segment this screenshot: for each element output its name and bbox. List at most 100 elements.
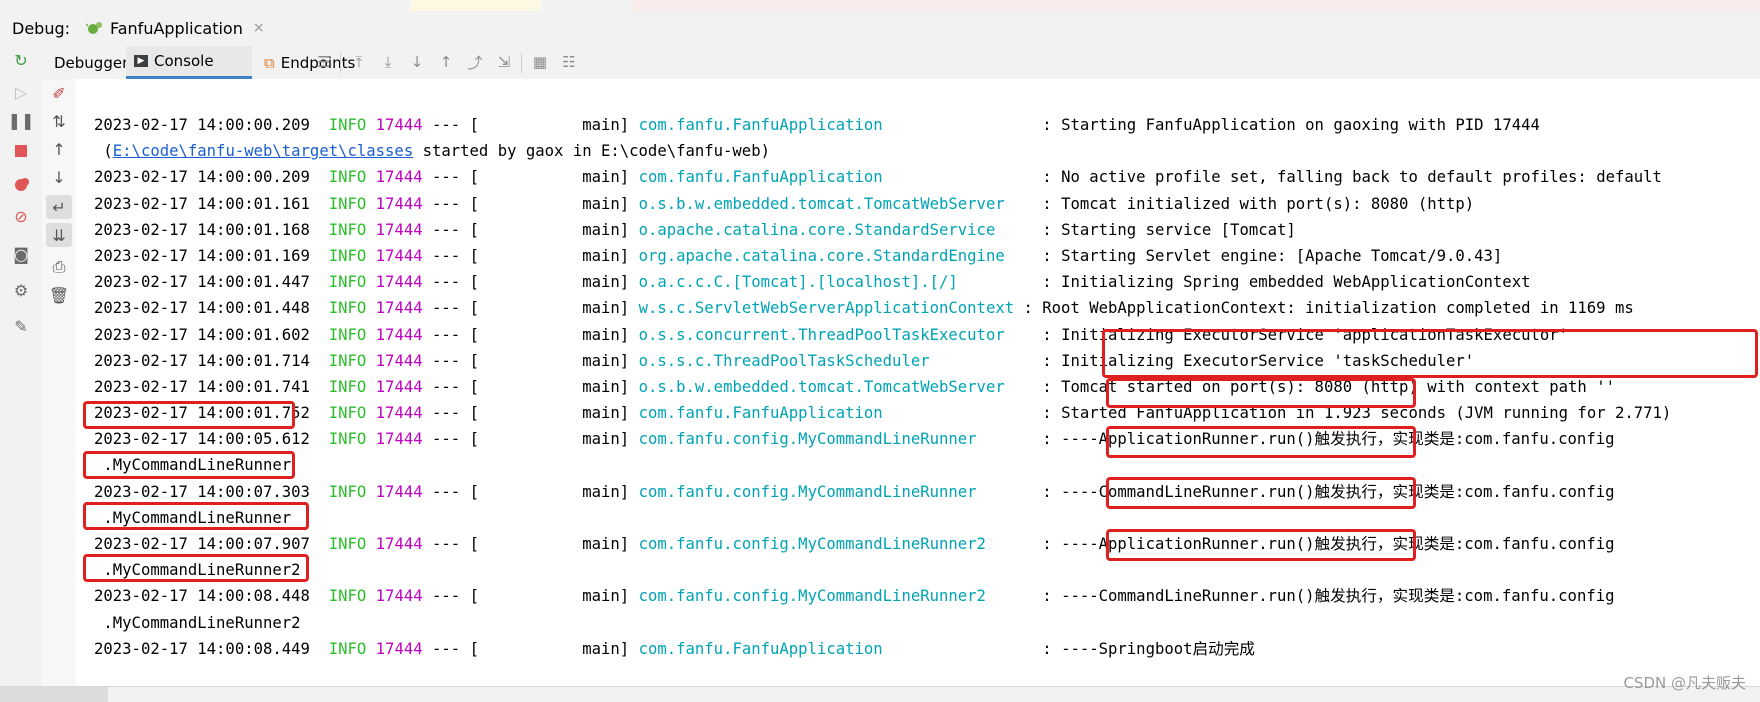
log-level: INFO xyxy=(328,351,367,370)
up-arrow-icon[interactable]: ↑ xyxy=(46,137,72,161)
tab-endpoints[interactable]: ⧉ Endpoints xyxy=(256,46,356,79)
mute-breakpoints-icon[interactable]: ⊘ xyxy=(8,204,34,228)
step-into-icon[interactable]: ↓ xyxy=(406,51,428,73)
log-padding xyxy=(883,404,1043,422)
trace-stream-icon[interactable]: ☷ xyxy=(558,51,580,73)
sort-icon[interactable]: ⇅ xyxy=(46,109,72,133)
resume-icon[interactable]: ▷ xyxy=(8,80,34,104)
console-line: .MyCommandLineRunner2 xyxy=(94,610,1671,636)
endpoints-icon: ⧉ xyxy=(264,53,275,72)
console-output[interactable]: 2023-02-17 14:00:00.209 INFO 17444 --- [… xyxy=(76,79,1760,686)
console-line: 2023-02-17 14:00:01.169 INFO 17444 --- [… xyxy=(94,243,1671,269)
step-out-icon[interactable]: ↑ xyxy=(435,51,457,73)
log-timestamp: 2023-02-17 14:00:00.209 xyxy=(94,116,310,134)
log-level: INFO xyxy=(328,535,367,553)
down-arrow-icon[interactable]: ↓ xyxy=(46,165,72,189)
log-message: : Tomcat initialized with port(s): 8080 … xyxy=(1042,194,1475,213)
scroll-to-end-icon[interactable]: ⇊ xyxy=(46,223,72,247)
console-line: 2023-02-17 14:00:01.168 INFO 17444 --- [… xyxy=(94,217,1671,243)
log-separator: --- [ xyxy=(422,116,479,134)
log-pid: 17444 xyxy=(375,194,423,213)
log-logger: w.s.c.ServletWebServerApplicationContext xyxy=(638,299,1015,318)
log-level: INFO xyxy=(328,639,367,658)
log-separator: --- [ xyxy=(422,220,479,239)
log-padding xyxy=(1014,299,1023,317)
highlight-classname-4 xyxy=(83,554,309,582)
log-logger: com.fanfu.config.MyCommandLineRunner2 xyxy=(638,587,986,606)
debug-toolbar: Debugger ▶ Console ⧉ Endpoints ☰ ⤒ ⤓ ↓ ↑… xyxy=(42,46,1760,80)
pin-icon[interactable]: ✎ xyxy=(8,314,34,338)
log-level: INFO xyxy=(328,404,367,423)
pause-icon[interactable]: ❚❚ xyxy=(8,108,35,132)
log-separator: --- [ xyxy=(422,639,479,658)
log-timestamp: 2023-02-17 14:00:00.209 xyxy=(94,168,310,187)
highlight-classname-2 xyxy=(83,451,295,479)
log-separator: --- [ xyxy=(422,325,479,344)
clear-highlight-icon[interactable]: ✐ xyxy=(46,81,72,105)
log-padding xyxy=(1005,247,1043,265)
menu-lines-icon[interactable]: ☰ xyxy=(313,51,335,73)
log-thread: main] xyxy=(478,404,630,423)
log-pid: 17444 xyxy=(375,404,423,423)
tab-debugger[interactable]: Debugger xyxy=(46,46,128,79)
log-thread: main] xyxy=(478,639,630,658)
drop-frame-icon[interactable]: ⤴ xyxy=(464,51,486,73)
soft-wrap-icon[interactable]: ↵ xyxy=(46,195,72,219)
log-logger: o.s.s.c.ThreadPoolTaskScheduler xyxy=(638,351,930,370)
log-timestamp: 2023-02-17 14:00:01.447 xyxy=(94,273,310,292)
log-logger: com.fanfu.FanfuApplication xyxy=(638,168,883,187)
log-timestamp: 2023-02-17 14:00:07.907 xyxy=(94,535,310,553)
run-config-tab[interactable]: FanfuApplication × xyxy=(86,15,265,41)
log-separator: --- [ xyxy=(422,246,479,265)
run-to-cursor-icon[interactable]: ⇲ xyxy=(493,51,515,73)
log-separator: --- [ xyxy=(422,194,479,213)
log-timestamp: 2023-02-17 14:00:01.161 xyxy=(94,194,310,213)
camera-icon[interactable]: ◙ xyxy=(8,242,34,266)
console-line: 2023-02-17 14:00:05.612 INFO 17444 --- [… xyxy=(94,426,1671,452)
log-timestamp: 2023-02-17 14:00:05.612 xyxy=(94,430,310,449)
settings-gear-icon[interactable]: ⚙ xyxy=(8,278,34,302)
spring-bug-icon xyxy=(86,22,102,34)
stop-icon[interactable] xyxy=(8,139,34,163)
toolbar-separator xyxy=(340,53,341,73)
log-thread: main] xyxy=(478,220,630,239)
log-logger: com.fanfu.config.MyCommandLineRunner2 xyxy=(638,535,986,553)
classpath-link[interactable]: E:\code\fanfu-web\target\classes xyxy=(113,142,413,160)
console-line: 2023-02-17 14:00:08.449 INFO 17444 --- [… xyxy=(94,636,1671,662)
log-pid: 17444 xyxy=(375,116,423,134)
log-separator: --- [ xyxy=(422,377,479,396)
trash-icon[interactable]: 🗑 xyxy=(46,283,72,307)
log-continuation: ( xyxy=(94,142,113,161)
highlight-application-runner-2 xyxy=(1106,477,1416,509)
show-execution-point-icon[interactable]: ⤒ xyxy=(348,51,370,73)
console-line: .MyCommandLineRunner2 xyxy=(94,557,1671,583)
log-pid: 17444 xyxy=(375,246,423,265)
log-thread: main] xyxy=(478,273,630,292)
tab-console[interactable]: ▶ Console xyxy=(126,46,252,79)
debug-label: Debug: xyxy=(12,19,71,38)
log-padding xyxy=(1005,195,1043,213)
log-level: INFO xyxy=(328,246,367,265)
log-separator: --- [ xyxy=(422,351,479,370)
log-message: : ----Springboot启动完成 xyxy=(1042,639,1255,658)
log-padding xyxy=(1005,326,1043,344)
log-thread: main] xyxy=(478,587,630,606)
bottom-tool-selected[interactable] xyxy=(0,687,108,702)
log-separator: --- [ xyxy=(422,404,479,423)
close-icon[interactable]: × xyxy=(253,20,265,36)
console-line: 2023-02-17 14:00:07.907 INFO 17444 --- [… xyxy=(94,531,1671,557)
print-icon[interactable]: ⎙ xyxy=(46,255,72,279)
log-logger: com.fanfu.config.MyCommandLineRunner xyxy=(638,482,977,501)
step-over-icon[interactable]: ⤓ xyxy=(377,51,399,73)
evaluate-expression-icon[interactable]: ▦ xyxy=(529,51,551,73)
log-logger: com.fanfu.FanfuApplication xyxy=(638,404,883,423)
log-logger: com.fanfu.FanfuApplication xyxy=(638,116,883,134)
highlight-commandline-runner-2 xyxy=(1106,529,1416,561)
log-continuation: .MyCommandLineRunner2 xyxy=(94,613,301,632)
watermark: CSDN @凡夫贩夫 xyxy=(1623,674,1746,692)
log-timestamp: 2023-02-17 14:00:01.169 xyxy=(94,246,310,265)
console-line: 2023-02-17 14:00:00.209 INFO 17444 --- [… xyxy=(94,164,1671,190)
rerun-icon[interactable]: ↻ xyxy=(8,48,34,72)
log-message: : Initializing Spring embedded WebApplic… xyxy=(1042,273,1531,292)
view-breakpoints-icon[interactable] xyxy=(8,173,34,197)
